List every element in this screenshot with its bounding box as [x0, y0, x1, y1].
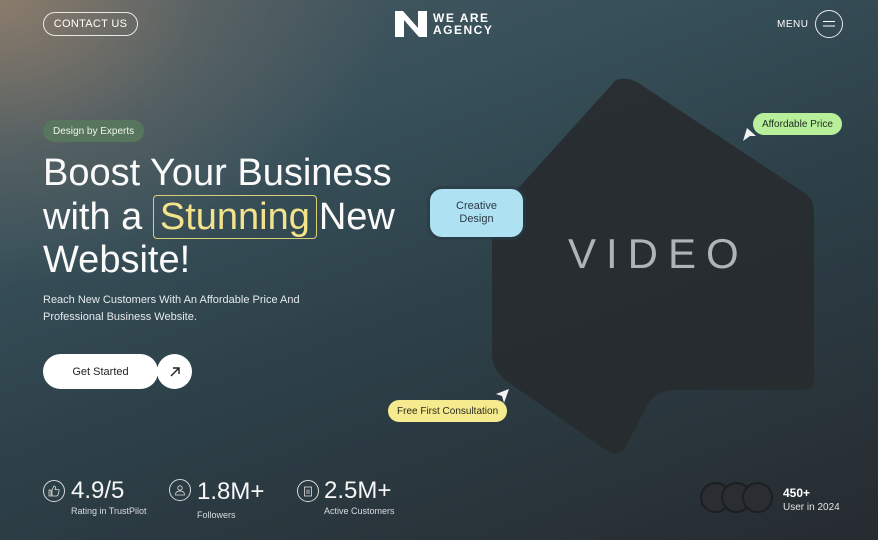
creative-line-2: Design [459, 213, 494, 225]
headline-line-3: Website! [43, 239, 191, 281]
menu-label: MENU [777, 18, 809, 30]
stat-value: 1.8M+ [197, 478, 265, 505]
logo[interactable]: WE ARE AGENCY [394, 10, 493, 38]
avatar-group [700, 482, 775, 514]
avatar [742, 482, 773, 513]
arrow-up-right-icon[interactable] [157, 354, 192, 389]
cursor-pointer-icon [743, 128, 756, 141]
headline-suffix: New [318, 196, 395, 238]
hamburger-icon[interactable] [815, 10, 844, 38]
hero-headline: Boost Your Business with a Stunning New W… [43, 152, 423, 282]
logo-mark-icon [395, 11, 427, 37]
stat-value: 2.5M+ [324, 477, 392, 504]
thumbs-up-icon [43, 480, 65, 502]
users-label: User in 2024 [783, 502, 840, 513]
building-icon [297, 480, 319, 502]
menu-button[interactable]: MENU [777, 10, 844, 38]
users-count: 450+ [783, 486, 811, 500]
stat-label: Rating in TrustPilot [71, 506, 147, 516]
hero-subtext: Reach New Customers With An Affordable P… [43, 292, 343, 326]
get-started-button[interactable]: Get Started [43, 354, 158, 389]
headline-highlight: Stunning [152, 195, 317, 239]
subtext-line-1: Reach New Customers With An Affordable P… [43, 294, 300, 306]
contact-us-button[interactable]: CONTACT US [43, 12, 138, 36]
cursor-pointer-icon [496, 389, 509, 403]
logo-text: WE ARE AGENCY [433, 12, 493, 36]
design-by-experts-badge: Design by Experts [43, 120, 145, 142]
video-label: VIDEO [568, 230, 749, 277]
users-icon [169, 479, 191, 501]
stat-label: Active Customers [324, 506, 395, 516]
stat-label: Followers [197, 510, 236, 520]
headline-line-1: Boost Your Business [43, 152, 392, 194]
creative-design-pill: Creative Design [430, 189, 523, 237]
stat-value: 4.9/5 [71, 477, 125, 504]
affordable-price-pill: Affordable Price [753, 113, 842, 135]
headline-prefix: with a [43, 196, 143, 238]
free-consultation-pill: Free First Consultation [388, 400, 508, 422]
headline-line-2: with a Stunning New [43, 195, 423, 239]
creative-line-1: Creative [456, 200, 497, 212]
logo-text-line2: AGENCY [433, 23, 494, 37]
subtext-line-2: Professional Business Website. [43, 311, 197, 323]
